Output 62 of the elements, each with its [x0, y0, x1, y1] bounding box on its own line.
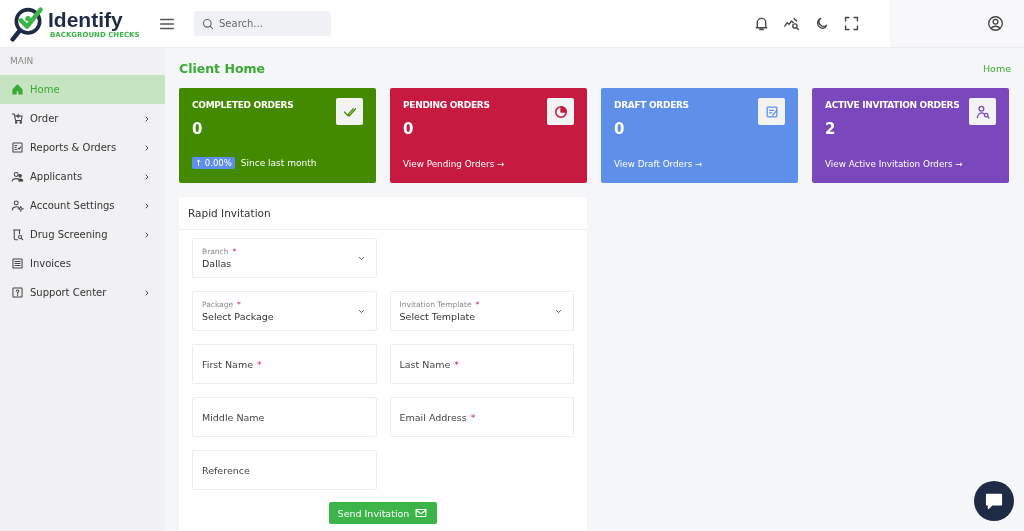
input-field[interactable]: Reference	[192, 450, 377, 490]
field-label: Last Name	[399, 358, 451, 370]
page-title: Client Home	[179, 60, 265, 76]
fullscreen-icon	[843, 15, 860, 32]
field-label: Middle Name	[202, 411, 265, 423]
card-title: COMPLETED ORDERS	[192, 100, 294, 110]
change-badge: ↑ 0.00%	[192, 157, 235, 169]
envelope-icon	[414, 506, 429, 520]
order-count: 2	[825, 120, 837, 138]
input-field[interactable]: Middle Name	[192, 397, 377, 437]
required-mark: *	[470, 411, 476, 423]
order-count: 0	[403, 120, 415, 138]
sidebar-item[interactable]: Applicants	[0, 162, 165, 191]
field-label: Email Address	[399, 411, 467, 423]
home-icon	[11, 83, 24, 96]
report-icon	[11, 141, 24, 154]
field-value: Select Template	[399, 311, 477, 322]
profile-button[interactable]	[987, 15, 1004, 32]
sidebar-item[interactable]: Reports & Orders	[0, 133, 165, 162]
card-title: DRAFT ORDERS	[614, 100, 689, 110]
chart-search-button[interactable]	[783, 15, 800, 32]
sidebar-item[interactable]: Order	[0, 104, 165, 133]
panel-title: Rapid Invitation	[179, 197, 587, 230]
user-search-icon	[974, 103, 991, 120]
field-value: Dallas	[202, 258, 233, 269]
cart-icon	[11, 112, 24, 125]
view-link[interactable]: View Pending Orders →	[403, 159, 505, 169]
magnifier-check-icon	[10, 5, 46, 42]
search-icon	[201, 16, 215, 31]
users-icon	[11, 170, 24, 183]
order-count: 0	[614, 120, 626, 138]
chat-button[interactable]	[974, 481, 1014, 521]
section-label: MAIN	[9, 56, 35, 68]
field-label: Reference	[202, 464, 250, 476]
required-mark: *	[257, 358, 262, 370]
change-note: Since last month	[240, 158, 317, 168]
chart-search-icon	[783, 15, 800, 32]
document-icon	[11, 257, 24, 270]
search-field[interactable]: Search...	[194, 11, 331, 36]
input-field[interactable]: Email Address *	[389, 397, 574, 437]
jar-search-icon	[11, 228, 24, 241]
card-title: ACTIVE INVITATION ORDERS	[825, 100, 960, 110]
sidebar-item[interactable]: Invoices	[0, 249, 165, 278]
user-gear-icon	[11, 199, 24, 212]
input-field[interactable]: Last Name *	[389, 344, 574, 384]
help-icon	[11, 286, 24, 299]
logo-wordmark: Identify	[48, 8, 123, 31]
sidebar-item[interactable]: Drug Screening	[0, 220, 165, 249]
input-field[interactable]: First Name *	[192, 344, 377, 384]
field-value: Select Package	[202, 311, 275, 322]
sidebar-item[interactable]: Support Center	[0, 278, 165, 307]
field-label: First Name	[202, 358, 254, 370]
fullscreen-button[interactable]	[843, 15, 860, 32]
order-count: 0	[192, 120, 204, 138]
view-link[interactable]: View Active Invitation Orders →	[825, 159, 963, 169]
user-avatar-icon	[987, 15, 1004, 32]
card-title: PENDING ORDERS	[403, 100, 490, 110]
sidebar-item[interactable]: Account Settings	[0, 191, 165, 220]
notification-bell-button[interactable]	[753, 15, 770, 32]
required-mark: *	[454, 358, 460, 370]
notification-bell-icon	[753, 15, 770, 32]
pie-chart-icon	[552, 103, 569, 120]
